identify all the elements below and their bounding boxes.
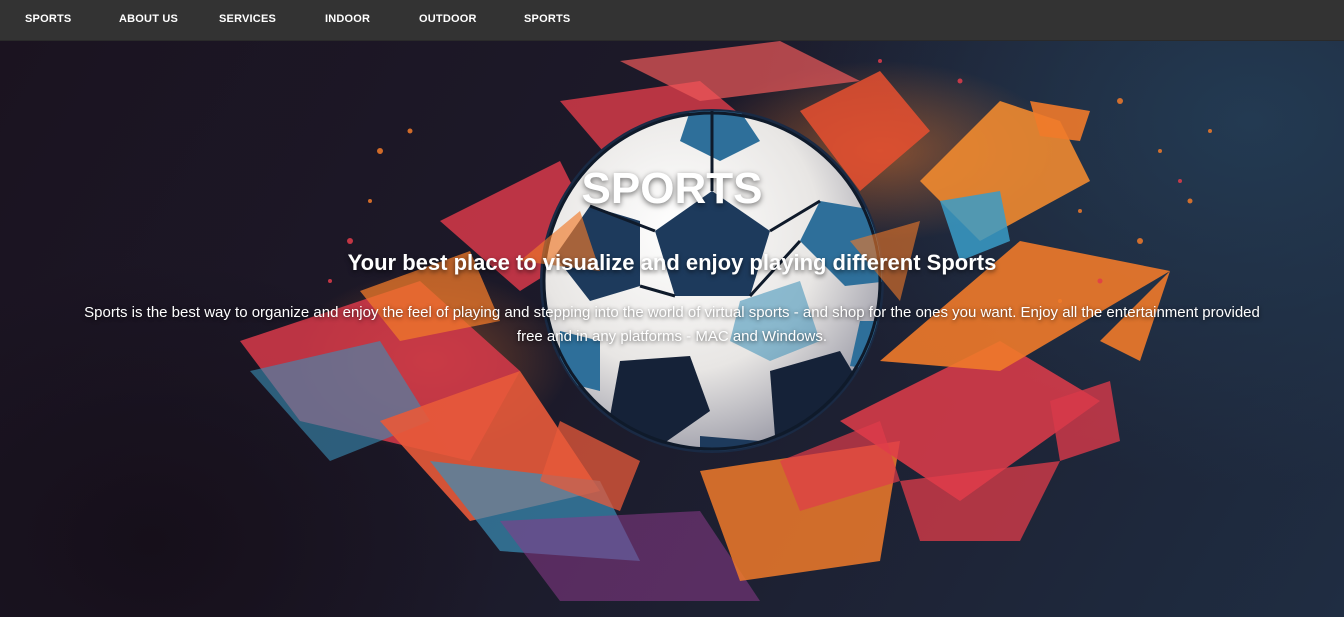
nav-link-about-us[interactable]: ABOUT US bbox=[119, 0, 178, 38]
nav-link-indoor[interactable]: INDOOR bbox=[325, 0, 370, 38]
top-navbar: SPORTS ABOUT US SERVICES INDOOR OUTDOOR … bbox=[0, 0, 1344, 41]
nav-link-services[interactable]: SERVICES bbox=[219, 0, 276, 38]
hero-subtitle: Your best place to visualize and enjoy p… bbox=[347, 250, 997, 275]
hero-description: Sports is the best way to organize and e… bbox=[84, 304, 1260, 345]
hero-title: SPORTS bbox=[581, 164, 763, 213]
nav-link-sports[interactable]: SPORTS bbox=[25, 0, 71, 38]
nav-link-sports-2[interactable]: SPORTS bbox=[524, 0, 570, 38]
nav-link-outdoor[interactable]: OUTDOOR bbox=[419, 0, 477, 38]
hero-section: SPORTS Your best place to visualize and … bbox=[0, 41, 1344, 617]
